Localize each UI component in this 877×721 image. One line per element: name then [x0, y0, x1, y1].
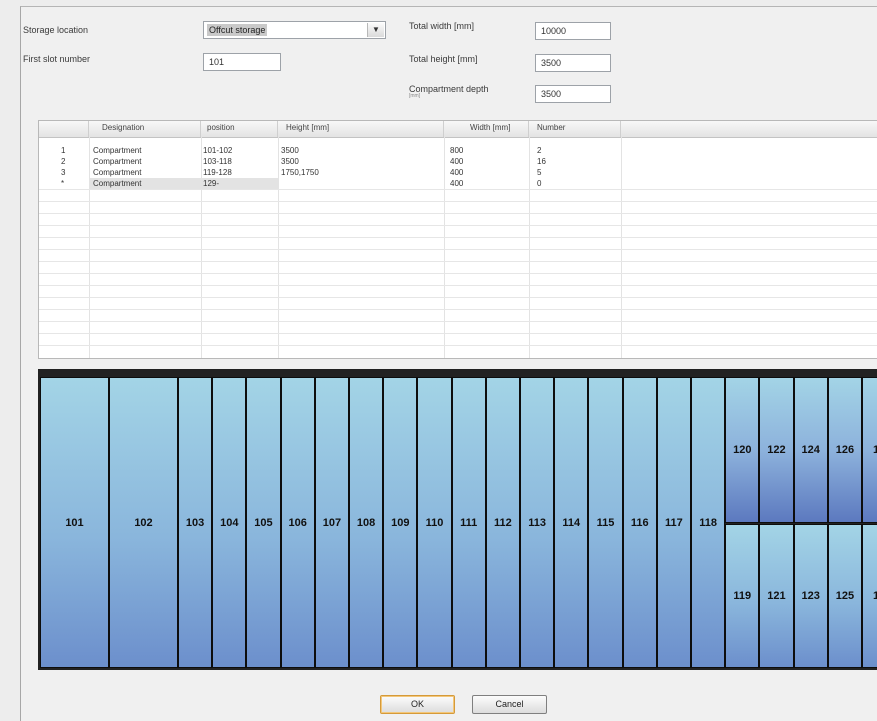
storage-slot[interactable]: 121 — [759, 524, 794, 668]
grid-line — [39, 285, 877, 286]
compartment-depth-input[interactable]: 3500 — [535, 85, 611, 103]
cell-index[interactable]: 1 — [39, 145, 89, 156]
cell-designation[interactable]: Compartment — [89, 156, 201, 167]
storage-slot[interactable]: 104 — [212, 377, 247, 668]
ok-button[interactable]: OK — [380, 695, 455, 714]
storage-slot[interactable]: 112 — [485, 377, 520, 668]
cell-width[interactable]: 400 — [444, 156, 529, 167]
storage-config-dialog: Storage location Offcut storage ▼ First … — [20, 6, 877, 721]
cell-height[interactable]: 1750,1750 — [278, 167, 444, 178]
first-slot-input[interactable]: 101 — [203, 53, 281, 71]
cell-designation[interactable]: Compartment — [89, 178, 201, 189]
grid-line — [39, 213, 877, 214]
cell-number[interactable]: 5 — [529, 167, 621, 178]
header-index — [39, 121, 89, 137]
cell-index[interactable]: * — [39, 178, 89, 189]
compartment-table: Designation position Height [mm] Width [… — [38, 120, 877, 359]
cell-width[interactable]: 800 — [444, 145, 529, 156]
cell-height[interactable]: 3500 — [278, 145, 444, 156]
header-position[interactable]: position — [201, 121, 278, 137]
grid-line — [39, 189, 877, 190]
storage-slot[interactable]: 102 — [109, 377, 178, 668]
chevron-down-icon[interactable]: ▼ — [367, 23, 384, 37]
grid-line — [39, 261, 877, 262]
cell-number[interactable]: 16 — [529, 156, 621, 167]
total-height-input[interactable]: 3500 — [535, 54, 611, 72]
storage-slot[interactable]: 113 — [520, 377, 555, 668]
table-row[interactable]: 2 Compartment 103-118 3500 400 16 — [39, 156, 877, 167]
storage-slot[interactable]: 12 — [862, 377, 877, 523]
cell-width[interactable]: 400 — [444, 167, 529, 178]
storage-slot[interactable]: 111 — [451, 377, 486, 668]
grid-line — [39, 237, 877, 238]
grid-line — [39, 333, 877, 334]
cell-index[interactable]: 3 — [39, 167, 89, 178]
storage-location-label: Storage location — [23, 25, 89, 35]
header-width[interactable]: Width [mm] — [444, 121, 529, 137]
cell-number[interactable]: 0 — [529, 178, 621, 189]
storage-slot[interactable]: 109 — [383, 377, 418, 668]
storage-slot[interactable]: 101 — [40, 377, 109, 668]
grid-line — [39, 273, 877, 274]
first-slot-label: First slot number — [23, 54, 91, 64]
storage-slot[interactable]: 119 — [725, 524, 760, 668]
storage-slot[interactable]: 125 — [827, 524, 862, 668]
grid-line — [39, 297, 877, 298]
storage-slot[interactable]: 122 — [759, 377, 794, 523]
total-height-label: Total height [mm] — [409, 54, 478, 64]
storage-slot[interactable]: 107 — [314, 377, 349, 668]
storage-slot[interactable]: 108 — [349, 377, 384, 668]
cell-position[interactable]: 129- — [201, 178, 278, 189]
storage-slot[interactable]: 114 — [554, 377, 589, 668]
total-width-input[interactable]: 10000 — [535, 22, 611, 40]
cell-number[interactable]: 2 — [529, 145, 621, 156]
compartment-depth-label: Compartment depth [mm] — [409, 84, 489, 99]
storage-location-value: Offcut storage — [207, 24, 268, 36]
cell-index[interactable]: 2 — [39, 156, 89, 167]
storage-location-select[interactable]: Offcut storage ▼ — [203, 21, 386, 39]
cell-height[interactable]: 3500 — [278, 156, 444, 167]
table-row[interactable]: 1 Compartment 101-102 3500 800 2 — [39, 145, 877, 156]
cancel-button[interactable]: Cancel — [472, 695, 547, 714]
storage-slot[interactable]: 124 — [793, 377, 828, 523]
storage-slot[interactable]: 116 — [622, 377, 657, 668]
storage-slot[interactable]: 117 — [656, 377, 691, 668]
total-width-label: Total width [mm] — [409, 21, 475, 31]
storage-slot[interactable]: 118 — [691, 377, 726, 668]
storage-slot[interactable]: 12 — [862, 524, 877, 668]
table-row[interactable]: * Compartment 129- 400 0 — [39, 178, 877, 189]
grid-line — [39, 309, 877, 310]
cell-designation[interactable]: Compartment — [89, 167, 201, 178]
table-row[interactable]: 3 Compartment 119-128 1750,1750 400 5 — [39, 167, 877, 178]
compartment-depth-label-text: Compartment depth — [409, 84, 489, 94]
header-number[interactable]: Number — [529, 121, 621, 137]
grid-line — [39, 345, 877, 346]
storage-slot[interactable]: 105 — [246, 377, 281, 668]
cell-position[interactable]: 103-118 — [201, 156, 278, 167]
grid-line — [39, 225, 877, 226]
cell-position[interactable]: 119-128 — [201, 167, 278, 178]
header-designation[interactable]: Designation — [89, 121, 201, 137]
cell-position[interactable]: 101-102 — [201, 145, 278, 156]
storage-slot[interactable]: 103 — [178, 377, 213, 668]
cell-width[interactable]: 400 — [444, 178, 529, 189]
storage-slot[interactable]: 126 — [827, 377, 862, 523]
cell-height[interactable] — [278, 178, 444, 189]
grid-line — [39, 249, 877, 250]
storage-slot[interactable]: 123 — [793, 524, 828, 668]
storage-slot[interactable]: 106 — [280, 377, 315, 668]
grid-line — [39, 321, 877, 322]
storage-slot-view: 101 102 103 104 105 106 107 108 109 110 111 112 113 1… — [38, 369, 877, 670]
header-height[interactable]: Height [mm] — [278, 121, 444, 137]
grid-line — [39, 201, 877, 202]
cell-designation[interactable]: Compartment — [89, 145, 201, 156]
storage-slot[interactable]: 110 — [417, 377, 452, 668]
storage-slot[interactable]: 115 — [588, 377, 623, 668]
storage-slot[interactable]: 120 — [725, 377, 760, 523]
table-header: Designation position Height [mm] Width [… — [39, 121, 877, 138]
